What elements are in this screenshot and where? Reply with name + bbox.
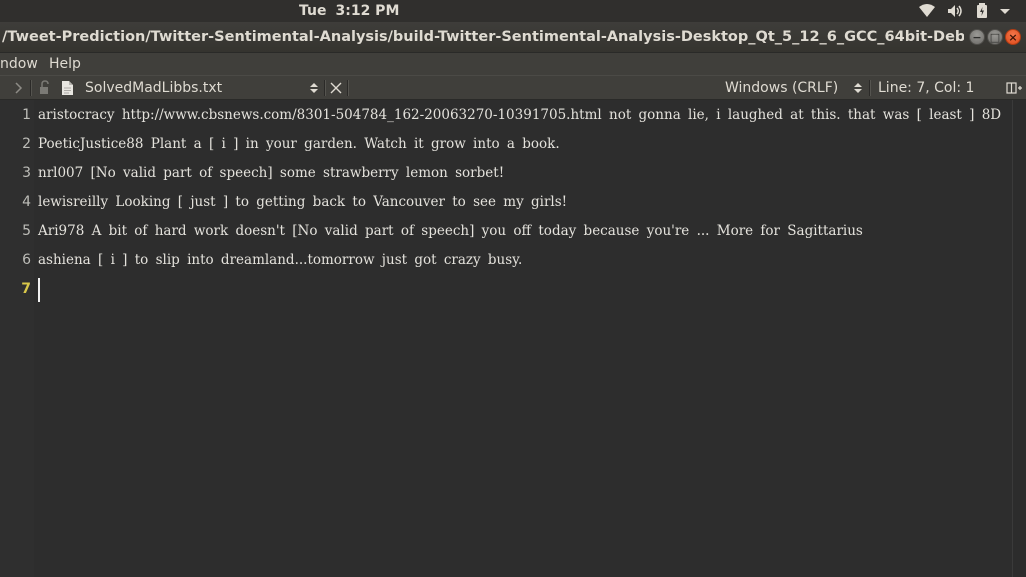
line-number: 6	[22, 252, 31, 268]
vertical-scrollbar[interactable]	[1012, 100, 1026, 577]
dropdown-arrow-icon[interactable]	[998, 2, 1012, 20]
editor-line: 1 aristocracy http://www.cbsnews.com/830…	[0, 101, 1012, 130]
line-text[interactable]: aristocracy http://www.cbsnews.com/8301-…	[38, 101, 1001, 130]
minimize-icon: −	[972, 31, 982, 44]
split-view-icon[interactable]	[1006, 78, 1022, 98]
maximize-icon: □	[989, 31, 1001, 44]
line-ending-selector[interactable]: Windows (CRLF)	[725, 78, 838, 98]
document-icon	[61, 78, 74, 98]
clock-time: 3:12 PM	[335, 3, 400, 19]
minimize-button[interactable]: −	[969, 29, 985, 45]
line-number: 1	[22, 107, 31, 123]
toolbar-separator	[869, 80, 871, 96]
document-list-arrows-icon[interactable]	[309, 78, 319, 98]
window-title: /Tweet-Prediction/Twitter-Sentimental-An…	[2, 29, 964, 45]
navigate-forward-icon[interactable]	[14, 78, 24, 98]
line-text[interactable]: ashiena [ i ] to slip into dreamland...t…	[38, 246, 522, 275]
window-title-bar[interactable]: /Tweet-Prediction/Twitter-Sentimental-An…	[0, 22, 1026, 53]
toolbar-separator	[347, 80, 349, 96]
line-number: 4	[22, 194, 31, 210]
clock-day: Tue	[299, 3, 327, 19]
line-text[interactable]: nrl007 [No valid part of speech] some st…	[38, 159, 504, 188]
close-document-icon[interactable]	[330, 78, 342, 98]
line-text[interactable]: PoeticJustice88 Plant a [ i ] in your ga…	[38, 130, 560, 159]
battery-icon[interactable]	[974, 2, 990, 20]
volume-icon[interactable]	[946, 2, 964, 20]
editor-line: 6 ashiena [ i ] to slip into dreamland..…	[0, 246, 1012, 275]
lock-icon[interactable]	[38, 78, 52, 98]
wifi-icon[interactable]	[918, 2, 936, 20]
cursor-position[interactable]: Line: 7, Col: 1	[878, 78, 974, 98]
editor-line: 5 Ari978 A bit of hard work doesn't [No …	[0, 217, 1012, 246]
toolbar-separator	[30, 80, 32, 96]
close-icon: ×	[1008, 31, 1018, 44]
line-text[interactable]: lewisreilly Looking [ just ] to getting …	[38, 188, 567, 217]
line-number: 5	[22, 223, 31, 239]
menu-help[interactable]: Help	[49, 54, 81, 74]
line-number-current: 7	[21, 281, 31, 297]
menu-window[interactable]: ndow	[0, 54, 38, 74]
maximize-button[interactable]: □	[987, 29, 1003, 45]
editor-line-current: 7	[0, 275, 1012, 304]
close-button[interactable]: ×	[1005, 29, 1021, 45]
line-ending-arrows-icon[interactable]	[853, 78, 863, 98]
line-text[interactable]: Ari978 A bit of hard work doesn't [No va…	[38, 217, 863, 246]
editor-line: 2 PoeticJustice88 Plant a [ i ] in your …	[0, 130, 1012, 159]
editor-line: 4 lewisreilly Looking [ just ] to gettin…	[0, 188, 1012, 217]
open-document-name[interactable]: SolvedMadLibbs.txt	[85, 78, 222, 98]
text-cursor	[38, 278, 40, 302]
editor-line: 3 nrl007 [No valid part of speech] some …	[0, 159, 1012, 188]
clock[interactable]: Tue 3:12 PM	[299, 1, 399, 21]
line-number: 3	[22, 165, 31, 181]
system-top-panel: Tue 3:12 PM	[0, 0, 1026, 22]
toolbar-separator	[324, 80, 326, 96]
menu-bar: ndow Help	[0, 53, 1026, 75]
line-number: 2	[22, 136, 31, 152]
editor-toolbar: SolvedMadLibbs.txt Windows (CRLF) Line: …	[0, 75, 1026, 100]
